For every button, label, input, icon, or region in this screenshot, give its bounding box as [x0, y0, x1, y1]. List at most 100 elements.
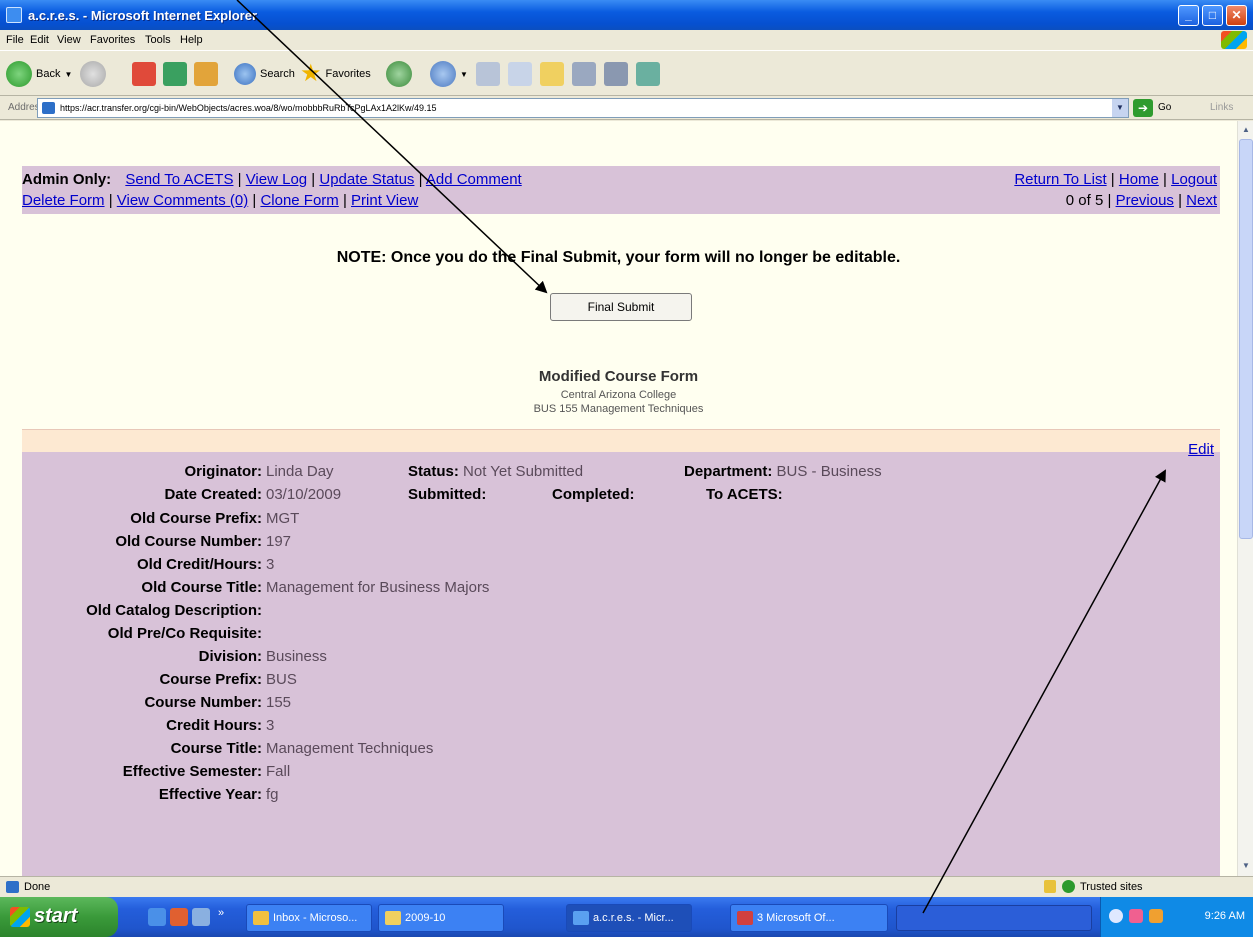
vertical-scrollbar[interactable]: ▲ ▼	[1237, 121, 1253, 876]
menu-help[interactable]: Help	[180, 34, 203, 46]
quicklaunch-browser-icon[interactable]	[170, 908, 188, 926]
add-comment-link[interactable]: Add Comment	[426, 171, 522, 188]
field-label: Old Pre/Co Requisite:	[107, 625, 262, 642]
menu-tools[interactable]: Tools	[145, 34, 171, 46]
back-button[interactable]: Back ▼	[6, 60, 72, 88]
quicklaunch-app-icon[interactable]	[192, 908, 210, 926]
submitted-field: Submitted:	[408, 486, 486, 503]
ie-icon	[6, 7, 22, 23]
clone-form-link[interactable]: Clone Form	[260, 192, 338, 209]
field-label: Old Course Number:	[115, 533, 262, 550]
outlook-icon	[253, 911, 269, 925]
field-row: Old Course Title: Management for Busines…	[22, 579, 1220, 602]
view-comments-link[interactable]: View Comments (0)	[117, 192, 248, 209]
go-button[interactable]: Go	[1158, 102, 1171, 113]
windows-flag-icon	[10, 907, 30, 927]
next-link[interactable]: Next	[1186, 192, 1217, 209]
home-link[interactable]: Home	[1119, 171, 1159, 188]
office-icon	[737, 911, 753, 925]
quicklaunch-more-icon[interactable]: »	[218, 907, 224, 919]
history-icon	[386, 61, 412, 87]
print-icon	[476, 62, 500, 86]
menu-view[interactable]: View	[57, 34, 81, 46]
scroll-down-icon[interactable]: ▼	[1239, 859, 1253, 873]
update-status-link[interactable]: Update Status	[319, 171, 414, 188]
links-button[interactable]: Links	[1210, 102, 1233, 113]
field-value: BUS	[266, 671, 297, 688]
search-button[interactable]: Search	[234, 60, 295, 88]
start-button[interactable]: start	[0, 897, 118, 937]
send-to-acets-link[interactable]: Send To ACETS	[125, 171, 233, 188]
menu-file[interactable]: File	[6, 34, 24, 46]
forward-arrow-icon	[80, 61, 106, 87]
maximize-button[interactable]: □	[1202, 5, 1223, 26]
pager-count: 0 of 5	[1065, 192, 1104, 209]
completed-field: Completed:	[552, 486, 635, 503]
quicklaunch-desktop-icon[interactable]	[148, 908, 166, 926]
task-inbox[interactable]: Inbox - Microso...	[246, 904, 372, 932]
previous-link[interactable]: Previous	[1116, 192, 1174, 209]
favorites-button[interactable]: ★ Favorites	[300, 60, 371, 88]
menu-bar: File Edit View Favorites Tools Help	[0, 30, 1253, 50]
task-folder[interactable]: 2009-10	[378, 904, 504, 932]
field-row: Old Pre/Co Requisite:	[22, 625, 1220, 648]
menu-favorites[interactable]: Favorites	[90, 34, 135, 46]
print-view-link[interactable]: Print View	[351, 192, 418, 209]
stop-button[interactable]	[132, 60, 156, 88]
edit-page-button[interactable]	[508, 60, 532, 88]
status-field: Status: Not Yet Submitted	[408, 463, 583, 480]
stop-icon	[132, 62, 156, 86]
go-arrow-icon[interactable]: ➔	[1133, 99, 1153, 117]
mail-button[interactable]: ▼	[430, 60, 468, 88]
refresh-button[interactable]	[163, 60, 187, 88]
tools-button[interactable]	[636, 60, 660, 88]
task-office[interactable]: 3 Microsoft Of...	[730, 904, 888, 932]
messenger-button[interactable]	[604, 60, 628, 88]
task-ie[interactable]: a.c.r.e.s. - Micr...	[566, 904, 692, 932]
scroll-up-icon[interactable]: ▲	[1239, 123, 1253, 137]
address-dropdown-icon[interactable]: ▼	[1112, 99, 1128, 117]
close-button[interactable]: ✕	[1226, 5, 1247, 26]
field-row: Effective Year: fg	[22, 786, 1220, 809]
scroll-thumb[interactable]	[1239, 139, 1253, 539]
logout-link[interactable]: Logout	[1171, 171, 1217, 188]
tray-info-icon[interactable]	[1109, 909, 1123, 923]
home-button[interactable]	[194, 60, 218, 88]
back-dropdown-icon: ▼	[64, 69, 73, 79]
edit-link[interactable]: Edit	[1188, 441, 1214, 458]
windows-logo-icon	[1221, 31, 1247, 49]
field-value: Management Techniques	[266, 740, 434, 757]
menu-edit[interactable]: Edit	[30, 34, 49, 46]
task-label: a.c.r.e.s. - Micr...	[593, 912, 674, 924]
mail-dropdown-icon: ▼	[460, 69, 468, 79]
field-label: Course Title:	[170, 740, 262, 757]
folder-button[interactable]	[540, 60, 564, 88]
field-row: Course Title: Management Techniques	[22, 740, 1220, 763]
field-value: Business	[266, 648, 327, 665]
department-field: Department: BUS - Business	[684, 463, 882, 480]
toolbar: Back ▼ Search ★ Favorites ▼	[0, 50, 1253, 96]
history-button[interactable]	[386, 60, 412, 88]
address-url: https://acr.transfer.org/cgi-bin/WebObje…	[60, 103, 437, 113]
ie-task-icon	[573, 911, 589, 925]
tray-app-icon[interactable]	[1129, 909, 1143, 923]
field-label: Division:	[198, 648, 262, 665]
media-toolbar[interactable]	[896, 905, 1092, 931]
address-input[interactable]: https://acr.transfer.org/cgi-bin/WebObje…	[37, 98, 1129, 118]
view-log-link[interactable]: View Log	[246, 171, 307, 188]
minimize-button[interactable]: _	[1178, 5, 1199, 26]
task-label: 2009-10	[405, 912, 446, 924]
forward-button[interactable]	[80, 60, 106, 88]
research-button[interactable]	[572, 60, 596, 88]
print-button[interactable]	[476, 60, 500, 88]
field-row: Course Number: 155	[22, 694, 1220, 717]
home-icon	[194, 62, 218, 86]
return-to-list-link[interactable]: Return To List	[1014, 171, 1106, 188]
title-bar: a.c.r.e.s. - Microsoft Internet Explorer…	[0, 0, 1253, 30]
final-submit-button[interactable]: Final Submit	[550, 293, 692, 321]
tray-network-icon[interactable]	[1149, 909, 1163, 923]
start-label: start	[34, 905, 78, 927]
delete-form-link[interactable]: Delete Form	[22, 192, 105, 209]
date-created-value: 03/10/2009	[266, 486, 342, 503]
field-label: Old Catalog Description:	[86, 602, 262, 619]
